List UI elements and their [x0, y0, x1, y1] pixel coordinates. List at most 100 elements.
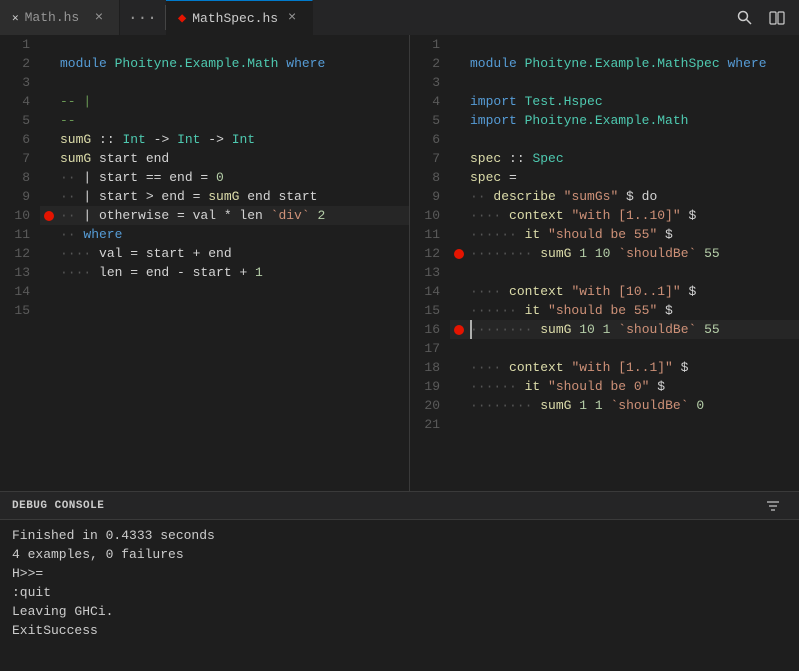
line-number: 1: [0, 35, 30, 54]
code-text: ·· where: [60, 225, 122, 244]
code-text: ·· | start == end = 0: [60, 168, 224, 187]
line-number: 6: [410, 130, 440, 149]
tab-mathspec-hs-close[interactable]: ×: [284, 10, 300, 26]
code-line: ···· context "with [1..1]" $: [450, 358, 799, 377]
code-line: ·· | start > end = sumG end start: [40, 187, 409, 206]
left-code-content[interactable]: 123456789101112131415 module Phoityne.Ex…: [0, 35, 409, 491]
debug-console-title: DEBUG CONSOLE: [12, 500, 104, 512]
code-line: ······ it "should be 0" $: [450, 377, 799, 396]
code-line: ·· | otherwise = val * len `div` 2: [40, 206, 409, 225]
debug-console-content: Finished in 0.4333 seconds4 examples, 0 …: [0, 520, 799, 671]
tab-math-hs[interactable]: ✕ Math.hs ×: [0, 0, 120, 35]
code-text: import Phoityne.Example.Math: [470, 111, 688, 130]
debug-filter-button[interactable]: [759, 492, 787, 520]
line-number: 17: [410, 339, 440, 358]
code-line: import Phoityne.Example.Math: [450, 111, 799, 130]
search-in-editor-button[interactable]: [731, 4, 759, 32]
tab-bar-actions: [723, 0, 799, 35]
code-text: ·· | start > end = sumG end start: [60, 187, 317, 206]
left-code-lines: module Phoityne.Example.Math where -- |--…: [40, 35, 409, 491]
line-number: 5: [410, 111, 440, 130]
tab-dirty-icon: ✕: [12, 11, 19, 25]
left-editor-panel: 123456789101112131415 module Phoityne.Ex…: [0, 35, 410, 491]
breakpoint-indicator: [44, 211, 54, 221]
debug-console-header: DEBUG CONSOLE: [0, 492, 799, 520]
code-line: module Phoityne.Example.MathSpec where: [450, 54, 799, 73]
debug-line: Leaving GHCi.: [12, 602, 787, 621]
line-number: 10: [410, 206, 440, 225]
code-text: --: [60, 111, 76, 130]
code-line: ···· context "with [10..1]" $: [450, 282, 799, 301]
line-number: 4: [0, 92, 30, 111]
code-line: [450, 73, 799, 92]
code-text: ·· | otherwise = val * len `div` 2: [60, 206, 325, 225]
line-number: 13: [410, 263, 440, 282]
line-number: 12: [0, 244, 30, 263]
line-number: 14: [0, 282, 30, 301]
line-number: 9: [0, 187, 30, 206]
breakpoint-indicator: [454, 249, 464, 259]
line-number: 2: [0, 54, 30, 73]
line-number: 15: [0, 301, 30, 320]
debug-icons: [759, 492, 787, 520]
line-number: 14: [410, 282, 440, 301]
code-line: ···· len = end - start + 1: [40, 263, 409, 282]
line-number: 19: [410, 377, 440, 396]
line-number: 20: [410, 396, 440, 415]
tab-more-button[interactable]: ···: [120, 0, 165, 35]
code-line: -- |: [40, 92, 409, 111]
tab-dot-icon: ◆: [178, 10, 186, 27]
code-text: ······ it "should be 0" $: [470, 377, 665, 396]
code-line: ···· val = start + end: [40, 244, 409, 263]
code-line: sumG :: Int -> Int -> Int: [40, 130, 409, 149]
code-line: ·· describe "sumGs" $ do: [450, 187, 799, 206]
debug-line: H>>=: [12, 564, 787, 583]
debug-console: DEBUG CONSOLE Finished in 0.4333 seconds…: [0, 491, 799, 671]
code-text: import Test.Hspec: [470, 92, 603, 111]
debug-line: Finished in 0.4333 seconds: [12, 526, 787, 545]
code-line: sumG start end: [40, 149, 409, 168]
code-text: ······ it "should be 55" $: [470, 301, 673, 320]
code-text: module Phoityne.Example.MathSpec where: [470, 54, 767, 73]
right-code-content[interactable]: 123456789101112131415161718192021 module…: [410, 35, 799, 491]
code-text: sumG start end: [60, 149, 169, 168]
code-line: ·· | start == end = 0: [40, 168, 409, 187]
tab-mathspec-hs[interactable]: ◆ MathSpec.hs ×: [166, 0, 313, 35]
line-number: 7: [410, 149, 440, 168]
tab-mathspec-hs-label: MathSpec.hs: [192, 11, 278, 26]
code-line: ······ it "should be 55" $: [450, 301, 799, 320]
code-line: [40, 301, 409, 320]
line-number: 6: [0, 130, 30, 149]
editor-area: 123456789101112131415 module Phoityne.Ex…: [0, 35, 799, 491]
code-text: -- |: [60, 92, 91, 111]
breakpoint-indicator: [454, 325, 464, 335]
code-line: [450, 35, 799, 54]
line-number: 3: [410, 73, 440, 92]
code-line: [40, 73, 409, 92]
line-number: 8: [0, 168, 30, 187]
code-text: ········ sumG 1 1 `shouldBe` 0: [470, 396, 704, 415]
line-number: 1: [410, 35, 440, 54]
code-line: [450, 263, 799, 282]
code-text: spec =: [470, 168, 517, 187]
text-cursor: [470, 320, 472, 339]
code-line: module Phoityne.Example.Math where: [40, 54, 409, 73]
code-line: import Test.Hspec: [450, 92, 799, 111]
split-editor-button[interactable]: [763, 4, 791, 32]
right-editor-panel: 123456789101112131415161718192021 module…: [410, 35, 799, 491]
line-number: 16: [410, 320, 440, 339]
line-number: 21: [410, 415, 440, 434]
code-text: sumG :: Int -> Int -> Int: [60, 130, 255, 149]
tab-math-hs-close[interactable]: ×: [91, 10, 107, 26]
code-text: ········ sumG 10 1 `shouldBe` 55: [470, 320, 720, 339]
debug-line: ExitSuccess: [12, 621, 787, 640]
code-line: ·· where: [40, 225, 409, 244]
line-number: 9: [410, 187, 440, 206]
code-text: ···· val = start + end: [60, 244, 232, 263]
code-line: --: [40, 111, 409, 130]
line-number: 12: [410, 244, 440, 263]
code-text: module Phoityne.Example.Math where: [60, 54, 325, 73]
line-number: 5: [0, 111, 30, 130]
code-text: ······ it "should be 55" $: [470, 225, 673, 244]
line-number: 11: [410, 225, 440, 244]
